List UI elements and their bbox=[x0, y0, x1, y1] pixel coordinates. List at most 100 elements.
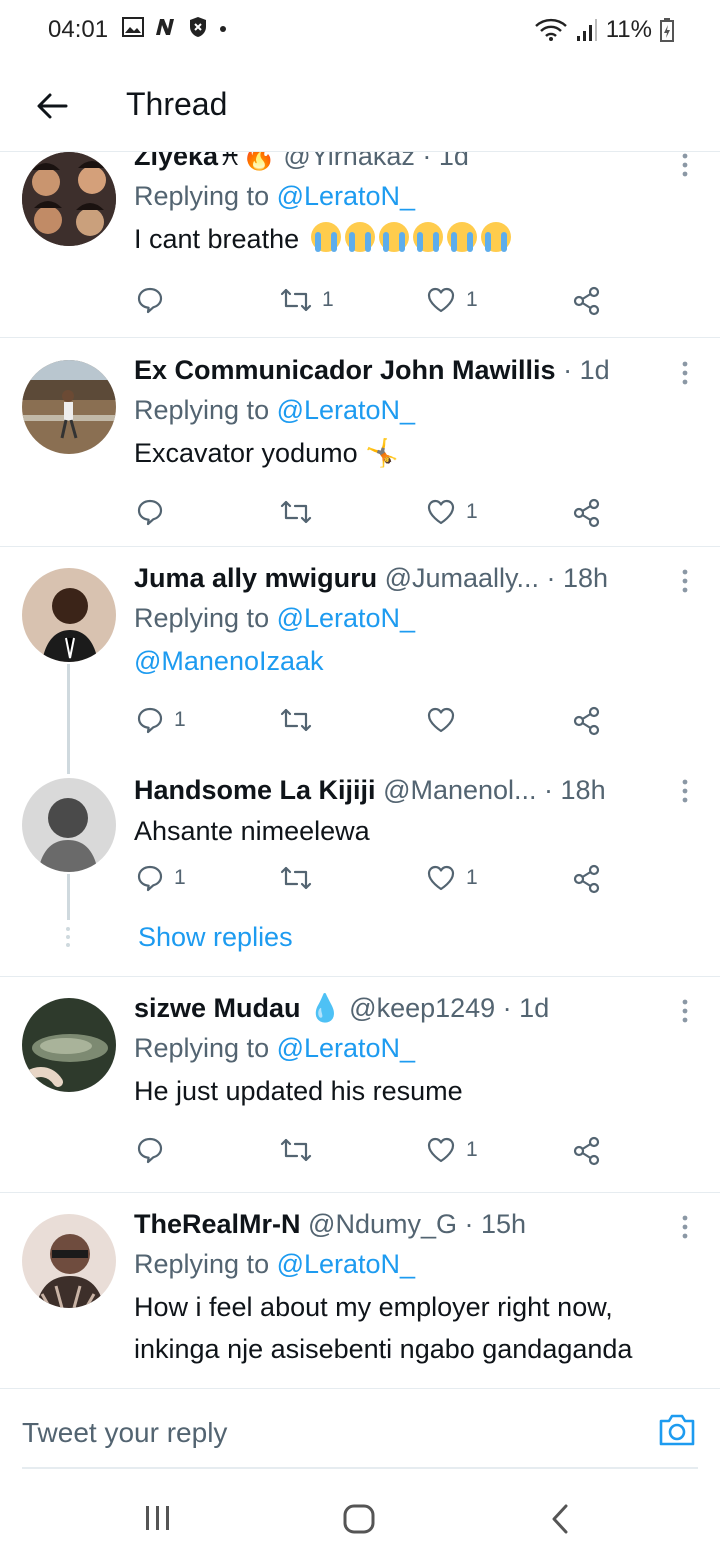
display-name[interactable]: TheRealMr-N bbox=[134, 1209, 301, 1239]
like-button[interactable] bbox=[426, 706, 466, 734]
signal-icon bbox=[576, 19, 597, 41]
retweet-button[interactable] bbox=[280, 864, 322, 892]
wifi-icon bbox=[534, 18, 567, 41]
sob-emoji-icon bbox=[480, 222, 511, 252]
tweet-actions: 1 bbox=[134, 498, 614, 534]
like-button[interactable]: 1 bbox=[426, 1136, 478, 1164]
share-button[interactable] bbox=[572, 286, 602, 316]
more-vertical-icon[interactable] bbox=[680, 360, 690, 386]
more-vertical-icon[interactable] bbox=[680, 998, 690, 1024]
reply-handle-link[interactable]: @LeratoN_ bbox=[277, 1033, 415, 1063]
handle-time: @keep1249 · 1d bbox=[341, 993, 550, 1023]
comment-icon bbox=[137, 1137, 163, 1164]
share-button[interactable] bbox=[572, 706, 602, 736]
tweet-actions: 1 bbox=[134, 706, 614, 742]
back-nav-icon[interactable] bbox=[550, 1504, 570, 1534]
reply-button[interactable] bbox=[136, 1136, 174, 1164]
reply-handle-link[interactable]: @LeratoN_ bbox=[277, 395, 415, 425]
home-icon[interactable] bbox=[343, 1504, 375, 1534]
reply-button[interactable]: 1 bbox=[136, 706, 186, 734]
retweet-button[interactable] bbox=[280, 498, 322, 526]
heart-icon bbox=[427, 707, 455, 733]
reply-button[interactable]: 1 bbox=[136, 864, 186, 892]
handle-time: @Yirhakaz · 1d bbox=[275, 152, 469, 171]
share-button[interactable] bbox=[572, 1136, 602, 1166]
n-app-icon bbox=[156, 19, 174, 35]
retweet-button[interactable] bbox=[280, 1136, 322, 1164]
tweet-header: sizwe Mudau 💧 @keep1249 · 1d bbox=[134, 990, 696, 1026]
heart-icon bbox=[427, 287, 455, 313]
retweet-button[interactable] bbox=[280, 706, 322, 734]
tweet[interactable]: TheRealMr-N @Ndumy_G · 15h Replying to @… bbox=[0, 1202, 720, 1388]
handle-time: @Manenol... · 18h bbox=[375, 775, 606, 805]
divider bbox=[0, 976, 720, 977]
status-time: 04:01 bbox=[48, 16, 109, 43]
reply-input[interactable]: Tweet your reply bbox=[22, 1417, 227, 1449]
sob-emoji-icon bbox=[446, 222, 477, 252]
avatar[interactable] bbox=[22, 998, 116, 1092]
tweet-header: Ex Communicador John Mawillis · 1d bbox=[134, 352, 696, 388]
more-vertical-icon[interactable] bbox=[680, 152, 690, 178]
more-vertical-icon[interactable] bbox=[680, 568, 690, 594]
tweet-text: He just updated his resume bbox=[134, 1076, 463, 1106]
like-button[interactable]: 1 bbox=[426, 498, 478, 526]
comment-icon bbox=[137, 865, 163, 892]
tweet[interactable]: Handsome La Kijiji @Manenol... · 18h Ahs… bbox=[0, 770, 720, 940]
sob-emoji-icon bbox=[412, 222, 443, 252]
tweet-content: Handsome La Kijiji @Manenol... · 18h Ahs… bbox=[134, 772, 696, 852]
tweet-text: @ManenoIzaak bbox=[134, 640, 696, 682]
tweet[interactable]: Ziyeka♓🔥 @Yirhakaz · 1d Replying to @Ler… bbox=[0, 152, 720, 338]
reply-button[interactable] bbox=[136, 498, 174, 526]
display-name[interactable]: Handsome La Kijiji bbox=[134, 775, 376, 805]
like-button[interactable]: 1 bbox=[426, 864, 478, 892]
more-vertical-icon[interactable] bbox=[680, 778, 690, 804]
comment-icon bbox=[137, 499, 163, 526]
retweet-icon bbox=[280, 500, 312, 524]
mention-link[interactable]: @ManenoIzaak bbox=[134, 646, 324, 676]
tweet[interactable]: sizwe Mudau 💧 @keep1249 · 1d Replying to… bbox=[0, 986, 720, 1186]
display-name[interactable]: Ex Communicador John Mawillis bbox=[134, 355, 556, 385]
share-button[interactable] bbox=[572, 498, 602, 528]
avatar[interactable] bbox=[22, 1214, 116, 1308]
show-replies-link[interactable]: Show replies bbox=[138, 922, 293, 953]
sob-emoji-icon bbox=[344, 222, 375, 252]
like-button[interactable]: 1 bbox=[426, 286, 478, 314]
thread-connector bbox=[67, 664, 70, 774]
share-icon bbox=[573, 706, 600, 736]
avatar[interactable] bbox=[22, 360, 116, 454]
gallery-icon bbox=[122, 17, 144, 37]
tweet-actions: 1 1 bbox=[134, 864, 614, 900]
retweet-button[interactable]: 1 bbox=[280, 286, 334, 314]
comment-icon bbox=[137, 287, 163, 314]
reply-handle-link[interactable]: @LeratoN_ bbox=[277, 181, 415, 211]
tweet-header: Handsome La Kijiji @Manenol... · 18h bbox=[134, 772, 696, 808]
reply-button[interactable] bbox=[136, 286, 174, 314]
reply-handle-link[interactable]: @LeratoN_ bbox=[277, 1249, 415, 1279]
retweet-icon bbox=[280, 1138, 312, 1162]
reply-handle-link[interactable]: @LeratoN_ bbox=[277, 603, 415, 633]
avatar[interactable] bbox=[22, 152, 116, 246]
thread-dots-icon bbox=[66, 927, 70, 947]
avatar[interactable] bbox=[22, 568, 116, 662]
notification-icons bbox=[122, 16, 228, 38]
tweet-text: How i feel about my employer right now, … bbox=[134, 1292, 633, 1364]
sob-emoji-icon bbox=[378, 222, 409, 252]
camera-icon[interactable] bbox=[658, 1413, 696, 1447]
system-status: 11% bbox=[534, 16, 674, 44]
app-header: Thread bbox=[0, 60, 720, 152]
recent-apps-icon[interactable] bbox=[144, 1504, 172, 1532]
page-title: Thread bbox=[126, 86, 228, 122]
display-name[interactable]: Ziyeka♓🔥 bbox=[134, 152, 276, 171]
shield-icon bbox=[190, 17, 206, 37]
avatar[interactable] bbox=[22, 778, 116, 872]
dot-icon bbox=[220, 26, 226, 32]
tweet[interactable]: Juma ally mwiguru @Jumaally... · 18h Rep… bbox=[0, 556, 720, 756]
tweet[interactable]: Ex Communicador John Mawillis · 1d Reply… bbox=[0, 348, 720, 548]
display-name[interactable]: sizwe Mudau 💧 bbox=[134, 993, 342, 1023]
back-arrow-icon[interactable] bbox=[32, 86, 72, 126]
replying-to: Replying to @LeratoN_ bbox=[134, 1249, 416, 1279]
more-vertical-icon[interactable] bbox=[680, 1214, 690, 1240]
share-button[interactable] bbox=[572, 864, 602, 894]
display-name[interactable]: Juma ally mwiguru bbox=[134, 563, 377, 593]
reply-feed[interactable]: Ziyeka♓🔥 @Yirhakaz · 1d Replying to @Ler… bbox=[0, 152, 720, 1388]
